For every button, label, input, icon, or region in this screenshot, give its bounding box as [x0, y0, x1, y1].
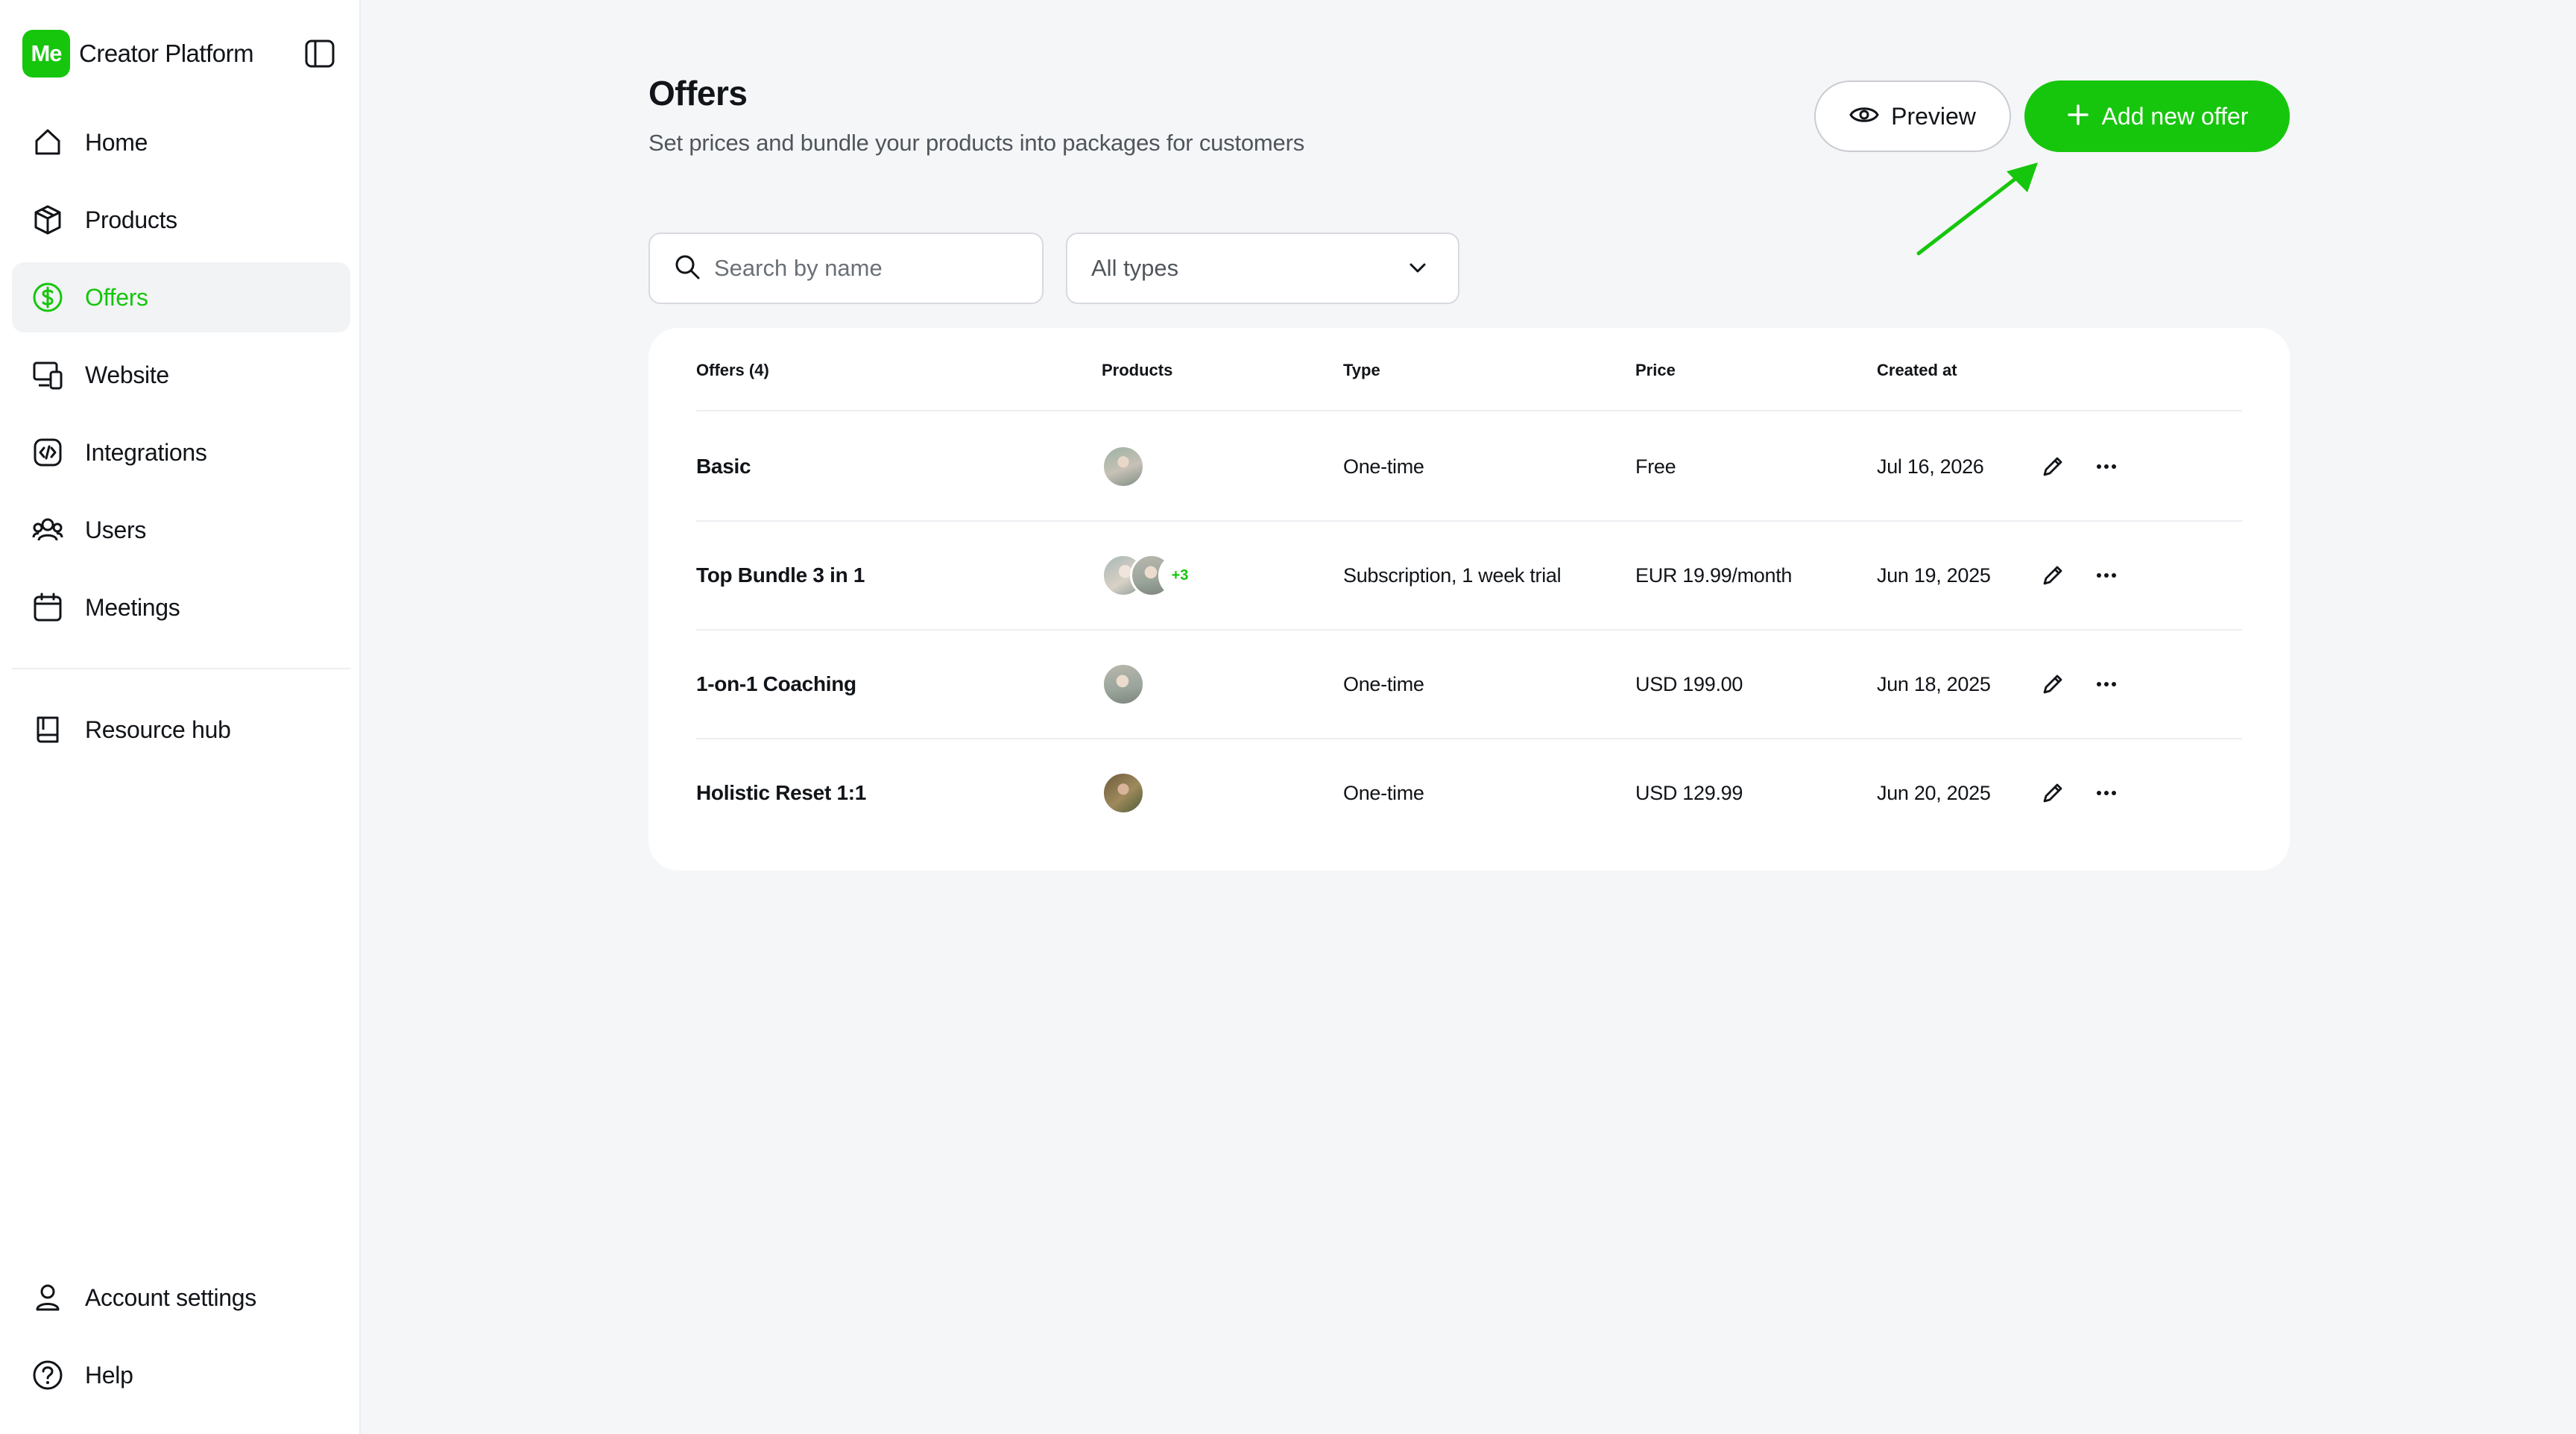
sidebar-toggle-icon[interactable]	[303, 37, 337, 70]
calendar-icon	[30, 590, 66, 625]
sidebar-item-label: Offers	[85, 283, 148, 311]
offer-name: Holistic Reset 1:1	[696, 781, 867, 804]
offer-type: One-time	[1343, 673, 1424, 695]
sidebar-item-users[interactable]: Users	[12, 495, 350, 565]
search-input[interactable]	[714, 255, 1027, 282]
book-icon	[30, 712, 66, 748]
preview-button[interactable]: Preview	[1814, 80, 2011, 152]
users-icon	[30, 512, 66, 548]
sidebar-item-resource-hub[interactable]: Resource hub	[12, 695, 350, 765]
offer-type: Subscription, 1 week trial	[1343, 564, 1562, 587]
sidebar-item-label: Help	[85, 1361, 133, 1389]
more-options-icon[interactable]	[2090, 450, 2123, 483]
help-circle-icon	[30, 1357, 66, 1393]
brand-name: Creator Platform	[79, 40, 254, 67]
app-window: Me Creator Platform Home Products Offers…	[0, 0, 2576, 1434]
sidebar: Me Creator Platform Home Products Offers…	[0, 0, 361, 1434]
eye-icon	[1849, 104, 1879, 129]
table-header: Offers (4) Products Type Price Created a…	[696, 328, 2242, 411]
offer-name: Top Bundle 3 in 1	[696, 563, 865, 587]
resource-nav: Resource hub	[12, 695, 350, 772]
column-header-offers[interactable]: Offers (4)	[696, 361, 769, 380]
plus-icon	[2066, 103, 2090, 130]
table-row[interactable]: Top Bundle 3 in 1 +3 Subscription, 1 wee…	[696, 522, 2242, 631]
offer-created-at: Jul 16, 2026	[1877, 455, 1984, 478]
page-title: Offers	[648, 74, 748, 113]
more-options-icon[interactable]	[2090, 777, 2123, 809]
sidebar-item-account-settings[interactable]: Account settings	[12, 1263, 350, 1333]
edit-pencil-icon[interactable]	[2036, 559, 2069, 592]
sidebar-item-label: Account settings	[85, 1283, 256, 1311]
edit-pencil-icon[interactable]	[2036, 668, 2069, 701]
more-options-icon[interactable]	[2090, 559, 2123, 592]
code-square-icon	[30, 435, 66, 470]
offer-type: One-time	[1343, 455, 1424, 478]
main-content: Offers Set prices and bundle your produc…	[361, 0, 2576, 1434]
brand[interactable]: Me Creator Platform	[22, 30, 254, 78]
offer-name: 1-on-1 Coaching	[696, 672, 856, 695]
product-thumbnail	[1102, 663, 1145, 706]
page-subtitle: Set prices and bundle your products into…	[648, 130, 1304, 156]
sidebar-item-label: Resource hub	[85, 716, 231, 743]
table-row[interactable]: Holistic Reset 1:1 One-time USD 129.99 J…	[696, 739, 2242, 848]
column-header-products[interactable]: Products	[1102, 361, 1172, 380]
search-field[interactable]	[648, 233, 1044, 304]
product-thumbnail	[1102, 771, 1145, 815]
offer-created-at: Jun 20, 2025	[1877, 782, 1991, 804]
main-nav: Home Products Offers Website Integration…	[12, 107, 350, 650]
sidebar-item-label: Integrations	[85, 438, 207, 466]
offers-table: Offers (4) Products Type Price Created a…	[648, 328, 2290, 871]
table-row[interactable]: 1-on-1 Coaching One-time USD 199.00 Jun …	[696, 631, 2242, 739]
column-header-type[interactable]: Type	[1343, 361, 1380, 380]
offer-price: Free	[1635, 455, 1676, 478]
sidebar-item-label: Products	[85, 206, 177, 233]
offer-name: Basic	[696, 455, 751, 478]
sidebar-item-label: Meetings	[85, 593, 180, 621]
sidebar-item-products[interactable]: Products	[12, 185, 350, 255]
offer-price: USD 199.00	[1635, 673, 1743, 695]
chevron-down-icon	[1406, 256, 1430, 284]
annotation-arrow-icon	[1916, 162, 2038, 256]
search-icon	[674, 253, 701, 284]
product-thumbnail	[1102, 445, 1145, 488]
home-icon	[30, 124, 66, 160]
column-header-price[interactable]: Price	[1635, 361, 1676, 380]
box-icon	[30, 202, 66, 238]
type-filter-select[interactable]: All types	[1066, 233, 1459, 304]
table-row[interactable]: Basic One-time Free Jul 16, 2026	[696, 413, 2242, 522]
offer-created-at: Jun 18, 2025	[1877, 673, 1991, 695]
add-new-offer-button[interactable]: Add new offer	[2024, 80, 2290, 152]
devices-icon	[30, 357, 66, 393]
user-icon	[30, 1280, 66, 1315]
add-new-offer-label: Add new offer	[2101, 102, 2249, 130]
more-options-icon[interactable]	[2090, 668, 2123, 701]
sidebar-item-website[interactable]: Website	[12, 340, 350, 410]
brand-logo: Me	[22, 30, 70, 78]
offer-price: USD 129.99	[1635, 782, 1743, 804]
offer-created-at: Jun 19, 2025	[1877, 564, 1991, 587]
edit-pencil-icon[interactable]	[2036, 777, 2069, 809]
sidebar-item-home[interactable]: Home	[12, 107, 350, 177]
sidebar-item-help[interactable]: Help	[12, 1340, 350, 1410]
type-filter-value: All types	[1091, 255, 1179, 281]
preview-button-label: Preview	[1891, 102, 1976, 130]
column-header-created-at[interactable]: Created at	[1877, 361, 1957, 380]
more-products-badge: +3	[1158, 554, 1202, 597]
sidebar-item-label: Users	[85, 516, 147, 543]
sidebar-item-label: Home	[85, 128, 148, 156]
dollar-circle-icon	[30, 279, 66, 315]
offer-type: One-time	[1343, 782, 1424, 804]
sidebar-item-offers[interactable]: Offers	[12, 262, 350, 332]
sidebar-item-label: Website	[85, 361, 169, 388]
sidebar-item-integrations[interactable]: Integrations	[12, 417, 350, 487]
bottom-nav: Account settings Help	[12, 1263, 350, 1418]
sidebar-item-meetings[interactable]: Meetings	[12, 572, 350, 642]
nav-divider	[12, 668, 350, 669]
offer-price: EUR 19.99/month	[1635, 564, 1793, 587]
edit-pencil-icon[interactable]	[2036, 450, 2069, 483]
